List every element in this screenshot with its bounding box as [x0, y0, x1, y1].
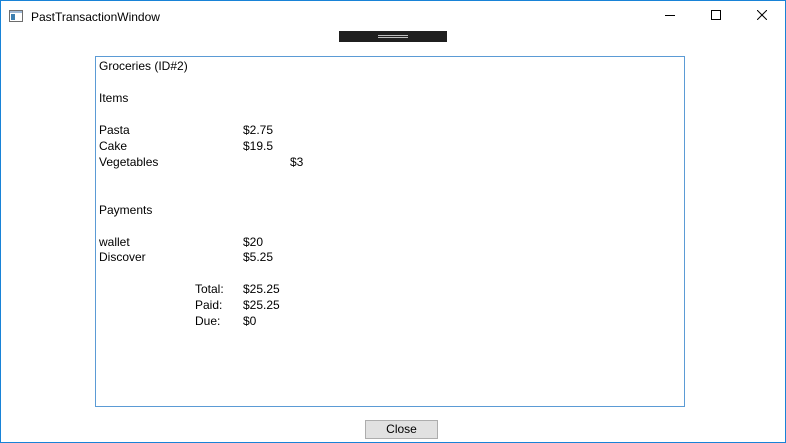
item-price: $2.75 [243, 123, 274, 137]
payment-amount: $5.25 [243, 250, 274, 264]
close-button[interactable]: Close [365, 420, 438, 439]
debug-toolbar-handle[interactable] [339, 31, 447, 42]
payment-method: wallet [99, 235, 130, 249]
close-icon [756, 9, 768, 23]
payment-method: Discover [99, 250, 146, 264]
maximize-icon [711, 9, 721, 23]
item-price: $19.5 [243, 139, 274, 153]
paid-label: Paid: [195, 298, 223, 312]
total-value: $25.25 [243, 282, 280, 296]
grip-line [378, 35, 408, 36]
maximize-button[interactable] [693, 1, 739, 31]
window-title: PastTransactionWindow [31, 10, 160, 24]
receipt-heading: Groceries (ID#2) [99, 59, 188, 73]
item-name: Vegetables [99, 155, 159, 169]
item-name: Cake [99, 139, 128, 153]
past-transaction-window: PastTransactionWindow Groceries (ID#2) I… [0, 0, 786, 443]
due-label: Due: [195, 314, 221, 328]
item-name: Pasta [99, 123, 130, 137]
receipt-panel: Groceries (ID#2) Items Pasta $2.75 Cake … [95, 56, 685, 407]
minimize-button[interactable] [647, 1, 693, 31]
payments-label: Payments [99, 203, 153, 217]
due-value: $0 [243, 314, 257, 328]
close-window-button[interactable] [739, 1, 785, 31]
title-bar[interactable]: PastTransactionWindow [1, 1, 785, 31]
payment-amount: $20 [243, 235, 264, 249]
total-label: Total: [195, 282, 224, 296]
paid-value: $25.25 [243, 298, 280, 312]
minimize-icon [665, 9, 675, 23]
grip-line [378, 37, 408, 38]
items-label: Items [99, 91, 129, 105]
item-price: $3 [290, 155, 304, 169]
app-window-icon [9, 10, 23, 22]
